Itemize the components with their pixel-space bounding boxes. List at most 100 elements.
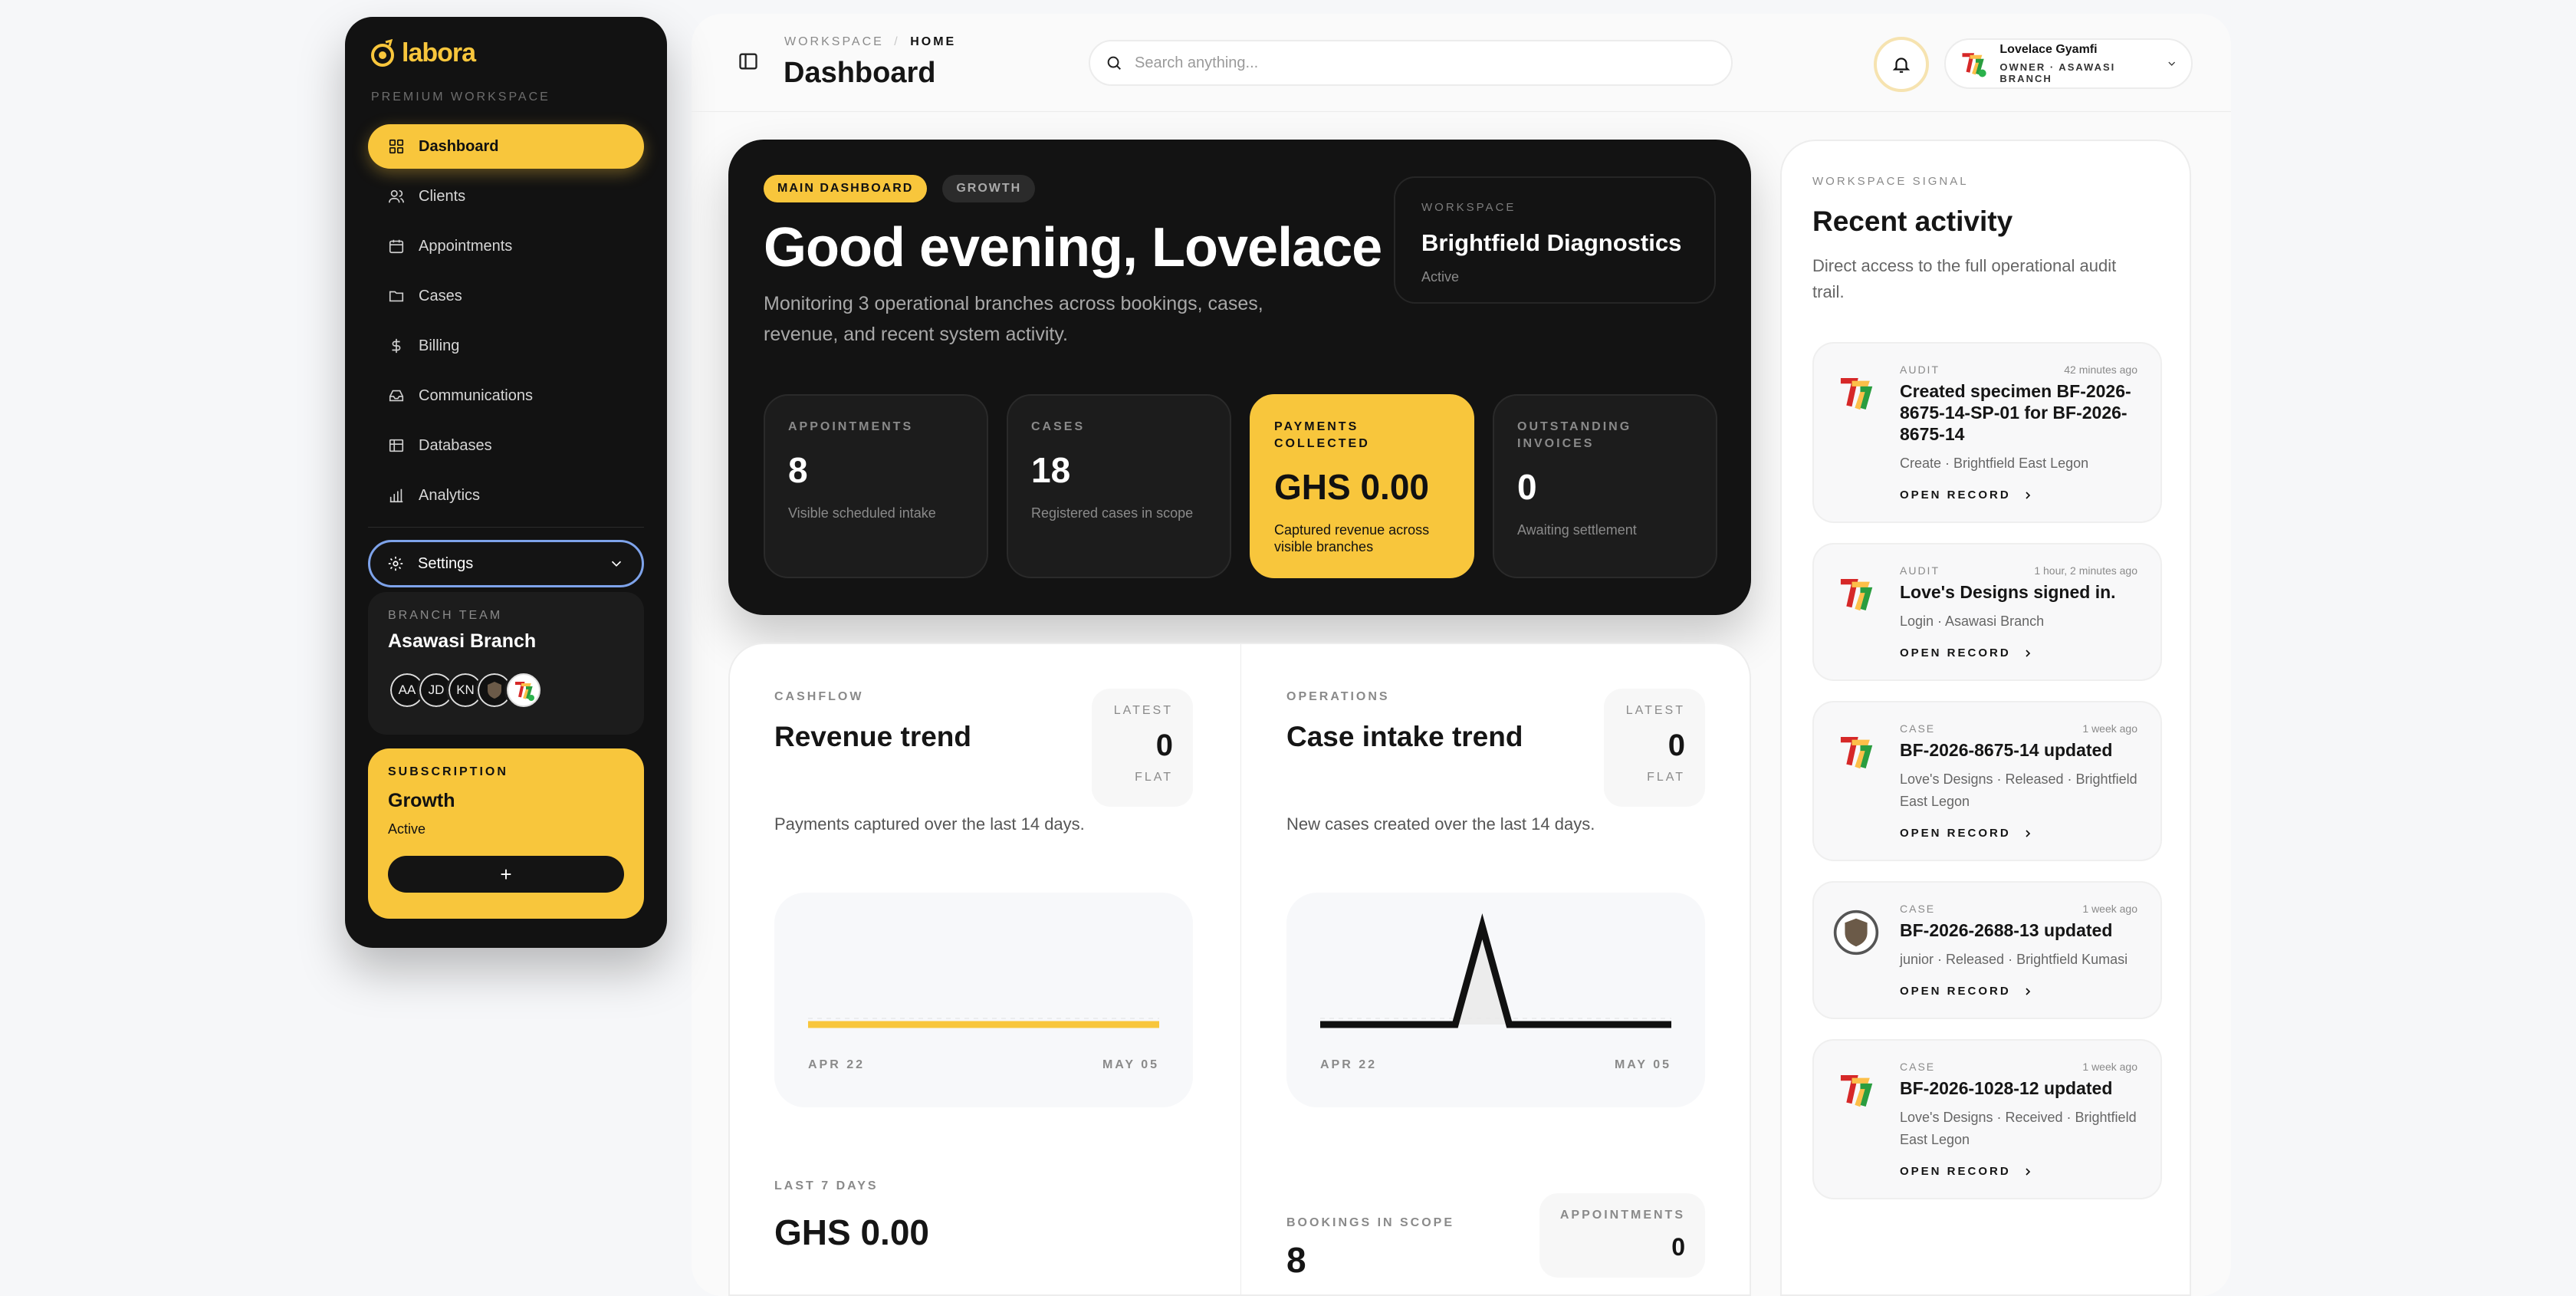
activity-meta-row: AUDIT 42 minutes ago [1900, 363, 2137, 376]
open-record-label: OPEN RECORD [1900, 985, 2011, 998]
branch-team-card: BRANCH TEAM Asawasi Branch AA JD KN [368, 592, 644, 735]
sidebar-toggle-icon[interactable] [738, 51, 759, 72]
appt-value: 0 [1671, 1233, 1685, 1261]
activity-label: WORKSPACE SIGNAL [1812, 175, 1969, 188]
logo-mark-icon [371, 38, 394, 67]
activity-time: 1 week ago [2082, 903, 2137, 915]
stat-cards: APPOINTMENTS 8 Visible scheduled intake … [764, 394, 1717, 578]
activity-item[interactable]: CASE 1 week ago BF-2026-1028-12 updated Lov… [1812, 1039, 2162, 1199]
activity-title: Recent activity [1812, 206, 2013, 237]
sidebar-nav: Dashboard Clients Appointments Cases Bil… [368, 124, 644, 919]
chevron-right-icon [2026, 1167, 2030, 1176]
x-tick-end: MAY 05 [1102, 1058, 1159, 1071]
stat-appointments[interactable]: APPOINTMENTS 8 Visible scheduled intake [764, 394, 988, 578]
calendar-icon [389, 239, 404, 254]
appointments-box: APPOINTMENTS 0 [1539, 1193, 1705, 1278]
panel-divider [1240, 644, 1241, 1294]
branch-name: Asawasi Branch [388, 630, 537, 652]
settings-label: Settings [418, 554, 474, 572]
workspace-card[interactable]: WORKSPACE Brightfield Diagnostics Active [1394, 176, 1716, 304]
activity-meta: Love's Designs · Received · Brightfield … [1900, 1110, 2137, 1147]
latest-trend: FLAT [1647, 771, 1685, 784]
activity-meta: Login · Asawasi Branch [1900, 613, 2045, 629]
sidebar-item-cases[interactable]: Cases [368, 274, 644, 318]
add-button[interactable]: + [388, 856, 624, 893]
crest-avatar-icon [1833, 910, 1879, 956]
sidebar-item-databases[interactable]: Databases [368, 423, 644, 468]
greeting: Good evening, Lovelace [764, 217, 1382, 278]
sidebar-item-analytics[interactable]: Analytics [368, 473, 644, 518]
settings-dropdown[interactable]: Settings [368, 540, 644, 587]
sidebar-item-communications[interactable]: Communications [368, 373, 644, 418]
nav-divider [368, 527, 644, 528]
open-record-link[interactable]: OPEN RECORD [1900, 488, 2137, 502]
sidebar-item-label: Dashboard [419, 137, 499, 155]
sidebar-item-appointments[interactable]: Appointments [368, 224, 644, 268]
stat-value: 8 [788, 450, 808, 490]
activity-meta-row: CASE 1 week ago [1900, 722, 2137, 735]
stat-invoices[interactable]: OUTSTANDING INVOICES 0 Awaiting settleme… [1493, 394, 1717, 578]
stat-value: 18 [1031, 450, 1071, 490]
sidebar-item-label: Cases [419, 287, 462, 304]
activity-meta: Create · Brightfield East Legon [1900, 456, 2089, 471]
stat-sub: Registered cases in scope [1031, 505, 1194, 521]
open-record-link[interactable]: OPEN RECORD [1900, 985, 2137, 998]
activity-type: AUDIT [1900, 564, 1940, 577]
activity-item[interactable]: CASE 1 week ago BF-2026-2688-13 updated jun… [1812, 881, 2162, 1019]
stat-label: PAYMENTS COLLECTED [1274, 420, 1370, 450]
intake-chart: APR 22 MAY 05 [1286, 893, 1705, 1107]
latest-trend: FLAT [1135, 771, 1173, 784]
revenue-desc: Payments captured over the last 14 days. [774, 814, 1085, 834]
revenue-chart-svg [807, 1018, 1160, 1028]
brand-logo[interactable]: labora [368, 38, 476, 68]
activity-meta: Love's Designs · Released · Brightfield … [1900, 771, 2137, 809]
activity-list: AUDIT 42 minutes ago Created specimen BF-2… [1812, 342, 2162, 1219]
search-input[interactable] [1135, 54, 1717, 72]
bell-icon [1892, 58, 1911, 73]
stat-label: APPOINTMENTS [788, 420, 914, 433]
chevron-down-icon [2167, 61, 2175, 66]
flag-logo-avatar[interactable] [504, 671, 543, 709]
x-tick-start: APR 22 [1320, 1058, 1378, 1071]
activity-item[interactable]: CASE 1 week ago BF-2026-8675-14 updated Lov… [1812, 701, 2162, 861]
activity-type: AUDIT [1900, 363, 1940, 376]
open-record-link[interactable]: OPEN RECORD [1900, 827, 2137, 840]
grid-icon [389, 139, 404, 154]
activity-meta: junior · Released · Brightfield Kumasi [1900, 952, 2128, 967]
chevron-right-icon [2026, 987, 2030, 995]
greeting-subtitle: Monitoring 3 operational branches across… [764, 293, 1263, 345]
search-bar[interactable] [1089, 40, 1733, 86]
sidebar-item-dashboard[interactable]: Dashboard [368, 124, 644, 169]
table-icon [389, 439, 404, 452]
stat-payments[interactable]: PAYMENTS COLLECTED GHS 0.00 Captured rev… [1250, 394, 1474, 578]
stat-label: OUTSTANDING INVOICES [1517, 420, 1632, 450]
workspace-name: Brightfield Diagnostics [1421, 229, 1682, 256]
trends-panel: CASHFLOW Revenue trend LATEST 0 FLAT Pay… [728, 643, 1751, 1296]
chevron-right-icon [2026, 829, 2030, 837]
open-record-link[interactable]: OPEN RECORD [1900, 646, 2137, 660]
activity-time: 1 week ago [2082, 1061, 2137, 1073]
user-info: Lovelace Gyamfi OWNER · ASAWASI BRANCH [1989, 43, 2165, 84]
stat-value: GHS 0.00 [1274, 467, 1429, 507]
open-record-link[interactable]: OPEN RECORD [1900, 1165, 2137, 1178]
sidebar-item-billing[interactable]: Billing [368, 324, 644, 368]
breadcrumb: WORKSPACE / HOME [784, 35, 956, 49]
stat-value: 0 [1517, 467, 1537, 507]
activity-type: CASE [1900, 1061, 1936, 1073]
activity-type: CASE [1900, 903, 1936, 915]
notifications-button[interactable] [1874, 37, 1929, 92]
stat-cases[interactable]: CASES 18 Registered cases in scope [1007, 394, 1231, 578]
sidebar-item-clients[interactable]: Clients [368, 174, 644, 219]
open-record-label: OPEN RECORD [1900, 646, 2011, 660]
flag-logo-icon [1962, 53, 1986, 77]
intake-latest: LATEST 0 FLAT [1604, 689, 1705, 807]
user-menu[interactable]: Lovelace Gyamfi OWNER · ASAWASI BRANCH [1944, 38, 2193, 89]
breadcrumb-root[interactable]: WORKSPACE [784, 35, 884, 48]
bar-chart-icon [389, 488, 403, 503]
subscription-card: SUBSCRIPTION Growth Active + [368, 748, 644, 919]
activity-item[interactable]: AUDIT 1 hour, 2 minutes ago Love's Designs… [1812, 543, 2162, 681]
activity-item[interactable]: AUDIT 42 minutes ago Created specimen BF-2… [1812, 342, 2162, 523]
bookings-label: BOOKINGS IN SCOPE [1286, 1216, 1455, 1229]
x-tick-start: APR 22 [808, 1058, 866, 1071]
stat-sub: Visible scheduled intake [788, 505, 936, 521]
